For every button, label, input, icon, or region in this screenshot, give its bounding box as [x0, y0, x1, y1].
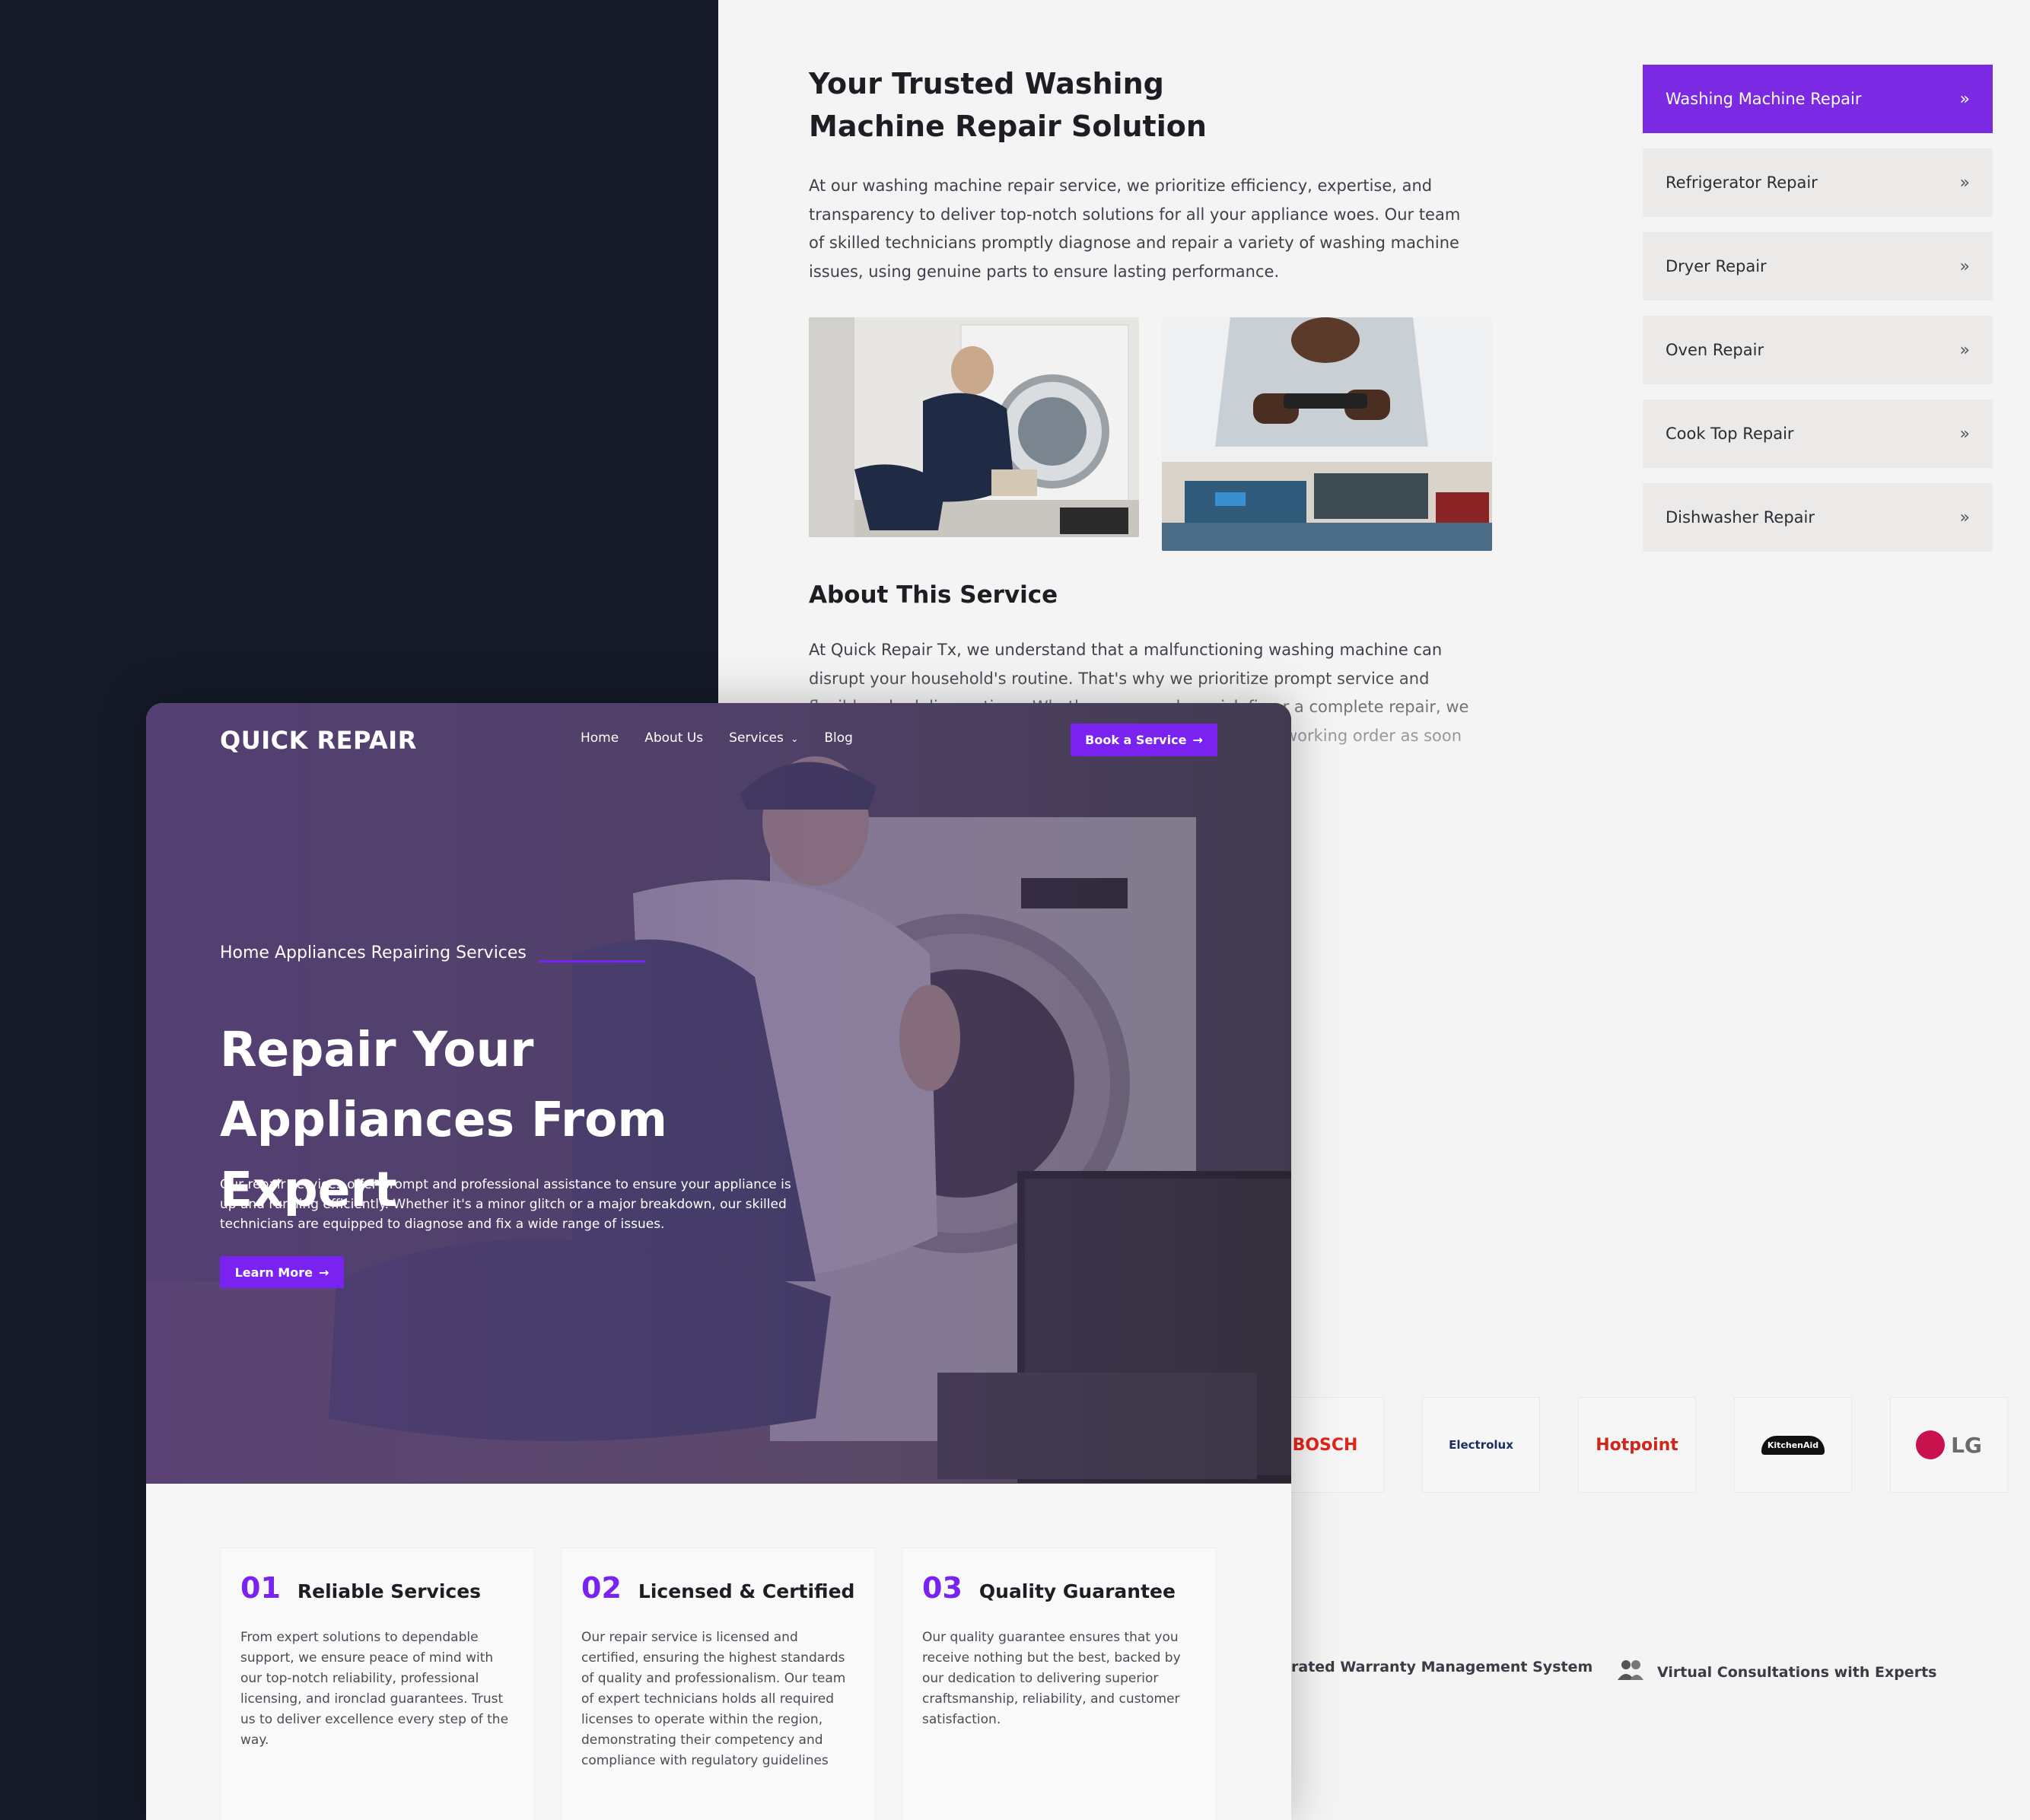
hero-eyebrow: Home Appliances Repairing Services [220, 943, 527, 963]
brand-logo-lg: LG [1890, 1397, 2008, 1493]
double-chevron-right-icon: » [1959, 340, 1970, 360]
service-intro: At our washing machine repair service, w… [809, 177, 1461, 281]
lg-circle-icon [1916, 1430, 1946, 1459]
sidebar-item-label: Oven Repair [1666, 341, 1764, 359]
brand-logo-electrolux: Electrolux [1422, 1397, 1540, 1493]
sidebar-item-label: Dryer Repair [1666, 257, 1767, 275]
arrow-right-icon: → [318, 1265, 329, 1280]
eyebrow-underline [539, 960, 645, 963]
sidebar-item-refrigerator-repair[interactable]: Refrigerator Repair » [1643, 148, 1993, 217]
sidebar-item-label: Refrigerator Repair [1666, 173, 1818, 192]
card-title: Licensed & Certified [638, 1580, 855, 1602]
card-text: From expert solutions to dependable supp… [240, 1630, 509, 1748]
double-chevron-right-icon: » [1959, 256, 1970, 276]
main-nav: Home About Us Services ⌄ Blog [581, 730, 853, 746]
feature-card: 01 Reliable Services From expert solutio… [220, 1548, 535, 1820]
double-chevron-right-icon: » [1959, 508, 1970, 527]
card-number: 03 [922, 1571, 963, 1605]
landing-page-card: QUICK REPAIR Home About Us Services ⌄ Bl… [146, 703, 1291, 1820]
card-number: 01 [240, 1571, 281, 1605]
nav-home[interactable]: Home [581, 730, 619, 746]
chevron-down-icon: ⌄ [791, 733, 799, 744]
card-number: 02 [581, 1571, 622, 1605]
sidebar-item-cook-top-repair[interactable]: Cook Top Repair » [1643, 399, 1993, 468]
double-chevron-right-icon: » [1959, 424, 1970, 444]
brand-logo-kitchenaid: KitchenAid [1734, 1397, 1852, 1493]
sidebar-item-dryer-repair[interactable]: Dryer Repair » [1643, 232, 1993, 301]
nav-services[interactable]: Services ⌄ [729, 730, 798, 746]
site-logo[interactable]: QUICK REPAIR [220, 726, 417, 755]
card-text: Our repair service is licensed and certi… [581, 1630, 846, 1768]
sidebar-item-washing-machine-repair[interactable]: Washing Machine Repair » [1643, 65, 1993, 133]
brand-logos: BOSCH Electrolux Hotpoint KitchenAid LG [1266, 1397, 2008, 1493]
service-sidebar: Washing Machine Repair » Refrigerator Re… [1643, 65, 1993, 567]
users-icon [1616, 1659, 1645, 1685]
nav-about-us[interactable]: About Us [644, 730, 703, 746]
technician-electronics-photo [1162, 317, 1492, 551]
feature-cards: 01 Reliable Services From expert solutio… [220, 1548, 1217, 1820]
sidebar-item-dishwasher-repair[interactable]: Dishwasher Repair » [1643, 483, 1993, 552]
brand-logo-hotpoint: Hotpoint [1578, 1397, 1696, 1493]
service-title: Your Trusted Washing Machine Repair Solu… [809, 67, 1207, 143]
feature-card: 02 Licensed & Certified Our repair servi… [561, 1548, 876, 1820]
arrow-right-icon: → [1192, 733, 1203, 747]
nav-blog[interactable]: Blog [824, 730, 853, 746]
hero-description: Our repair services offer prompt and pro… [220, 1177, 791, 1232]
double-chevron-right-icon: » [1959, 173, 1970, 192]
book-service-button[interactable]: Book a Service → [1071, 724, 1217, 756]
card-title: Quality Guarantee [978, 1580, 1176, 1602]
technician-washing-machine-photo [809, 317, 1139, 537]
sidebar-item-label: Dishwasher Repair [1666, 508, 1815, 527]
feature-warranty: rated Warranty Management System [1291, 1659, 1593, 1675]
sidebar-item-oven-repair[interactable]: Oven Repair » [1643, 316, 1993, 384]
double-chevron-right-icon: » [1959, 89, 1970, 109]
card-text: Our quality guarantee ensures that you r… [922, 1630, 1181, 1727]
sidebar-item-label: Cook Top Repair [1666, 425, 1794, 443]
feature-virtual-consultations: Virtual Consultations with Experts [1616, 1659, 1936, 1685]
learn-more-button[interactable]: Learn More → [220, 1256, 344, 1288]
sidebar-item-label: Washing Machine Repair [1666, 90, 1862, 108]
card-title: Reliable Services [297, 1580, 482, 1602]
feature-card: 03 Quality Guarantee Our quality guarant… [902, 1548, 1217, 1820]
about-heading: About This Service [809, 581, 1058, 609]
hero-section: QUICK REPAIR Home About Us Services ⌄ Bl… [146, 703, 1291, 1484]
